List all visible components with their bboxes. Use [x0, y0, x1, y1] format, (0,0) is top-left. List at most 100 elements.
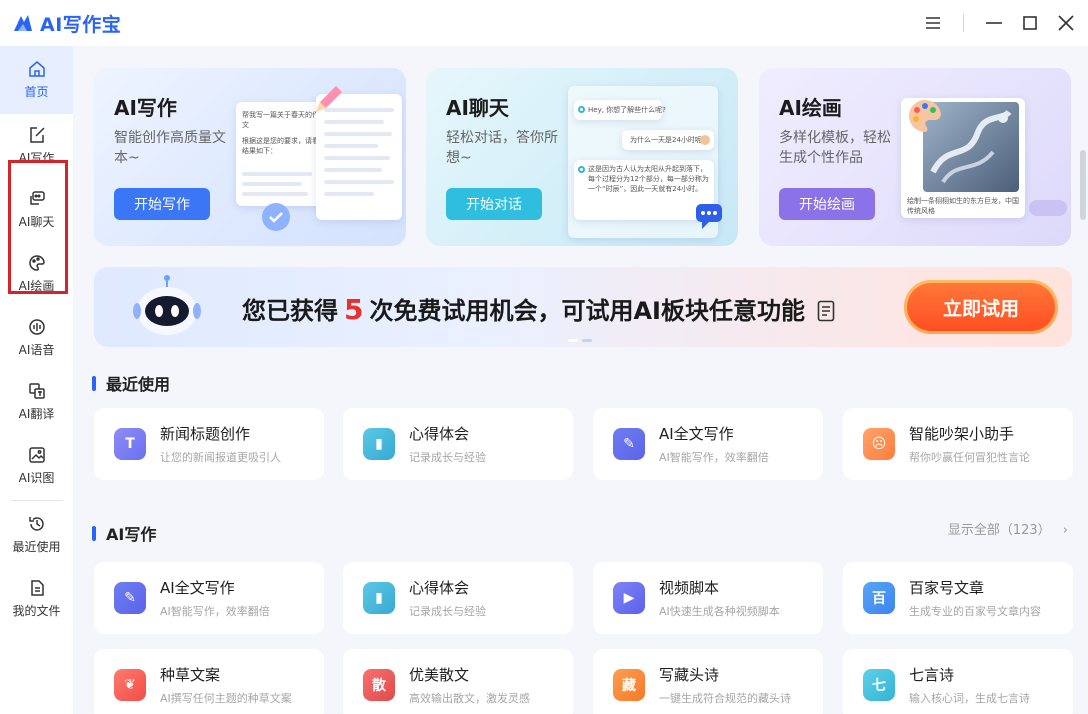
tool-subtitle: 让您的新闻报道更吸引人 — [160, 451, 281, 464]
maximize-icon[interactable] — [1012, 5, 1048, 41]
quill-icon: ✎ — [114, 582, 146, 614]
pencil-icon — [316, 86, 342, 112]
chat-bubble-text: Hey, 你想了解些什么呢? — [588, 106, 666, 114]
carousel-dots — [568, 339, 592, 342]
start-writing-button[interactable]: 开始写作 — [114, 188, 210, 220]
tool-title: 心得体会 — [409, 425, 470, 443]
doc-line — [324, 132, 392, 136]
scrollbar-thumb[interactable] — [1080, 150, 1086, 220]
sidebar-item-label: AI语音 — [18, 343, 55, 357]
sidebar-item-ai-translate[interactable]: AI翻译 — [0, 370, 73, 434]
ai-writing-tool-card[interactable]: ▮ 心得体会 记录成长与经验 — [343, 562, 573, 634]
tool-title: AI全文写作 — [659, 425, 734, 443]
banner-text-after: 次免费试用机会，可试用AI板块任意功能 — [369, 297, 805, 325]
heading-accent-bar — [92, 375, 96, 391]
ai-writing-tool-card[interactable]: ▶ 视频脚本 AI快速生成各种视频脚本 — [593, 562, 823, 634]
sidebar: 首页 AI写作 AI聊天 AI绘画 AI语音 AI翻译 AI识图 最近使用 我的… — [0, 46, 73, 714]
tool-title: AI全文写作 — [160, 579, 235, 597]
prose-icon: 散 — [363, 669, 395, 701]
tool-subtitle: 输入核心词，生成七言诗 — [909, 692, 1030, 705]
show-all-link[interactable]: 显示全部（123） › — [948, 519, 1068, 538]
file-icon — [30, 580, 44, 596]
sidebar-item-ai-image-recognition[interactable]: AI识图 — [0, 434, 73, 498]
main-content: AI写作 智能创作高质量文本~ 开始写作 帮我写一篇关于春天的作文 根据这是您的… — [73, 46, 1088, 714]
tool-title: 写藏头诗 — [659, 666, 720, 684]
menu-icon[interactable] — [915, 5, 951, 41]
ai-writing-tool-card[interactable]: 百 百家号文章 生成专业的百家号文章内容 — [843, 562, 1073, 634]
sidebar-item-ai-writing[interactable]: AI写作 — [0, 114, 73, 178]
sidebar-item-label: AI写作 — [18, 151, 55, 165]
doc-line — [324, 156, 390, 160]
feature-card-ai-writing[interactable]: AI写作 智能创作高质量文本~ 开始写作 帮我写一篇关于春天的作文 根据这是您的… — [94, 68, 406, 246]
tool-subtitle: AI智能写作，效率翻倍 — [659, 451, 769, 464]
translate-icon — [28, 383, 45, 399]
sidebar-item-ai-voice[interactable]: AI语音 — [0, 306, 73, 370]
ai-writing-tool-card[interactable]: 藏 写藏头诗一键生成符合规范的藏头诗 — [593, 649, 823, 714]
logo-icon — [14, 15, 32, 31]
document-icon — [818, 300, 835, 322]
tool-subtitle: 记录成长与经验 — [409, 605, 486, 618]
sidebar-item-label: 首页 — [24, 85, 49, 99]
sidebar-item-ai-chat[interactable]: AI聊天 — [0, 178, 73, 242]
sidebar-item-home[interactable]: 首页 — [0, 46, 73, 114]
card-title: AI写作 — [114, 96, 177, 120]
feature-card-ai-painting[interactable]: AI绘画 多样化模板，轻松生成个性作品 开始绘画 绘制一条栩栩如生的东方巨龙，中… — [759, 68, 1071, 246]
controls-divider — [963, 14, 964, 32]
ai-writing-tool-card[interactable]: ✎ AI全文写作 AI智能写作，效率翻倍 — [94, 562, 324, 634]
baijia-icon: 百 — [863, 582, 895, 614]
recent-tool-card[interactable]: T 新闻标题创作让您的新闻报道更吸引人 — [94, 408, 324, 480]
tool-title: 智能吵架小助手 — [909, 425, 1015, 443]
ai-writing-tool-card[interactable]: ❦ 种草文案 AI撰写任何主题的种草文案 — [94, 649, 324, 714]
minimize-icon[interactable] — [976, 5, 1012, 41]
app-title: AI写作宝 — [40, 13, 122, 36]
tool-subtitle: AI快速生成各种视频脚本 — [659, 605, 780, 618]
ai-writing-section-heading: AI写作 — [92, 521, 156, 545]
sidebar-divider — [10, 500, 63, 501]
palette-icon — [28, 255, 45, 271]
sidebar-item-label: AI识图 — [18, 471, 55, 485]
try-now-button[interactable]: 立即试用 — [904, 280, 1058, 334]
history-icon — [28, 517, 44, 531]
tool-subtitle: 高效输出散文，激发灵感 — [409, 692, 530, 705]
ai-writing-tool-card[interactable]: 散 优美散文 高效输出散文，激发灵感 — [343, 649, 573, 714]
doc-line — [242, 182, 302, 186]
doc-line — [242, 192, 308, 196]
notebook-icon: ▮ — [363, 582, 395, 614]
title-bar: AI写作宝 — [0, 0, 1088, 46]
close-icon[interactable] — [1048, 5, 1084, 41]
sidebar-item-label: 我的文件 — [12, 604, 61, 618]
sidebar-item-label: AI聊天 — [18, 215, 55, 229]
promo-banner[interactable]: 您已获得 5 次免费试用机会，可试用AI板块任意功能 立即试用 — [94, 267, 1072, 347]
bot-dot-icon — [578, 166, 585, 173]
recent-tool-card[interactable]: ✎ AI全文写作 AI智能写作，效率翻倍 — [593, 408, 823, 480]
tool-subtitle: 生成专业的百家号文章内容 — [909, 605, 1041, 618]
sidebar-item-label: AI翻译 — [18, 407, 55, 421]
banner-headline: 您已获得 5 次免费试用机会，可试用AI板块任意功能 — [242, 291, 835, 326]
seven-poem-icon: 七 — [863, 669, 895, 701]
recent-section-heading: 最近使用 — [92, 371, 170, 395]
sprout-icon: ❦ — [114, 669, 146, 701]
card-title: AI聊天 — [446, 96, 509, 120]
ai-writing-tool-card[interactable]: 七 七言诗 输入核心词，生成七言诗 — [843, 649, 1073, 714]
scrollbar[interactable] — [1078, 46, 1088, 714]
sidebar-item-my-files[interactable]: 我的文件 — [0, 567, 73, 631]
tool-subtitle: AI智能写作，效率翻倍 — [160, 605, 270, 618]
start-chat-button[interactable]: 开始对话 — [446, 188, 542, 220]
news-icon: T — [114, 428, 146, 460]
carousel-dot[interactable] — [568, 339, 578, 342]
doc-line — [324, 144, 378, 148]
tool-title: 新闻标题创作 — [160, 425, 251, 443]
recent-tool-card[interactable]: ☹ 智能吵架小助手 帮你吵赢任何冒犯性言论 — [843, 408, 1073, 480]
sidebar-item-ai-painting[interactable]: AI绘画 — [0, 242, 73, 306]
poem-icon: 藏 — [613, 669, 645, 701]
doc-line — [324, 180, 394, 184]
feature-card-ai-chat[interactable]: AI聊天 轻松对话，答你所想~ 开始对话 Hey, 你想了解些什么呢? 为什么一… — [426, 68, 738, 246]
card-title: AI绘画 — [779, 96, 842, 120]
sidebar-item-recent[interactable]: 最近使用 — [0, 503, 73, 567]
carousel-dot[interactable] — [582, 339, 592, 342]
chat-bubbles-icon — [696, 204, 722, 229]
tool-subtitle: 一键生成符合规范的藏头诗 — [659, 692, 791, 705]
start-painting-button[interactable]: 开始绘画 — [779, 188, 875, 220]
recent-tool-card[interactable]: ▮ 心得体会 记录成长与经验 — [343, 408, 573, 480]
card-desc: 轻松对话，答你所想~ — [446, 130, 558, 166]
